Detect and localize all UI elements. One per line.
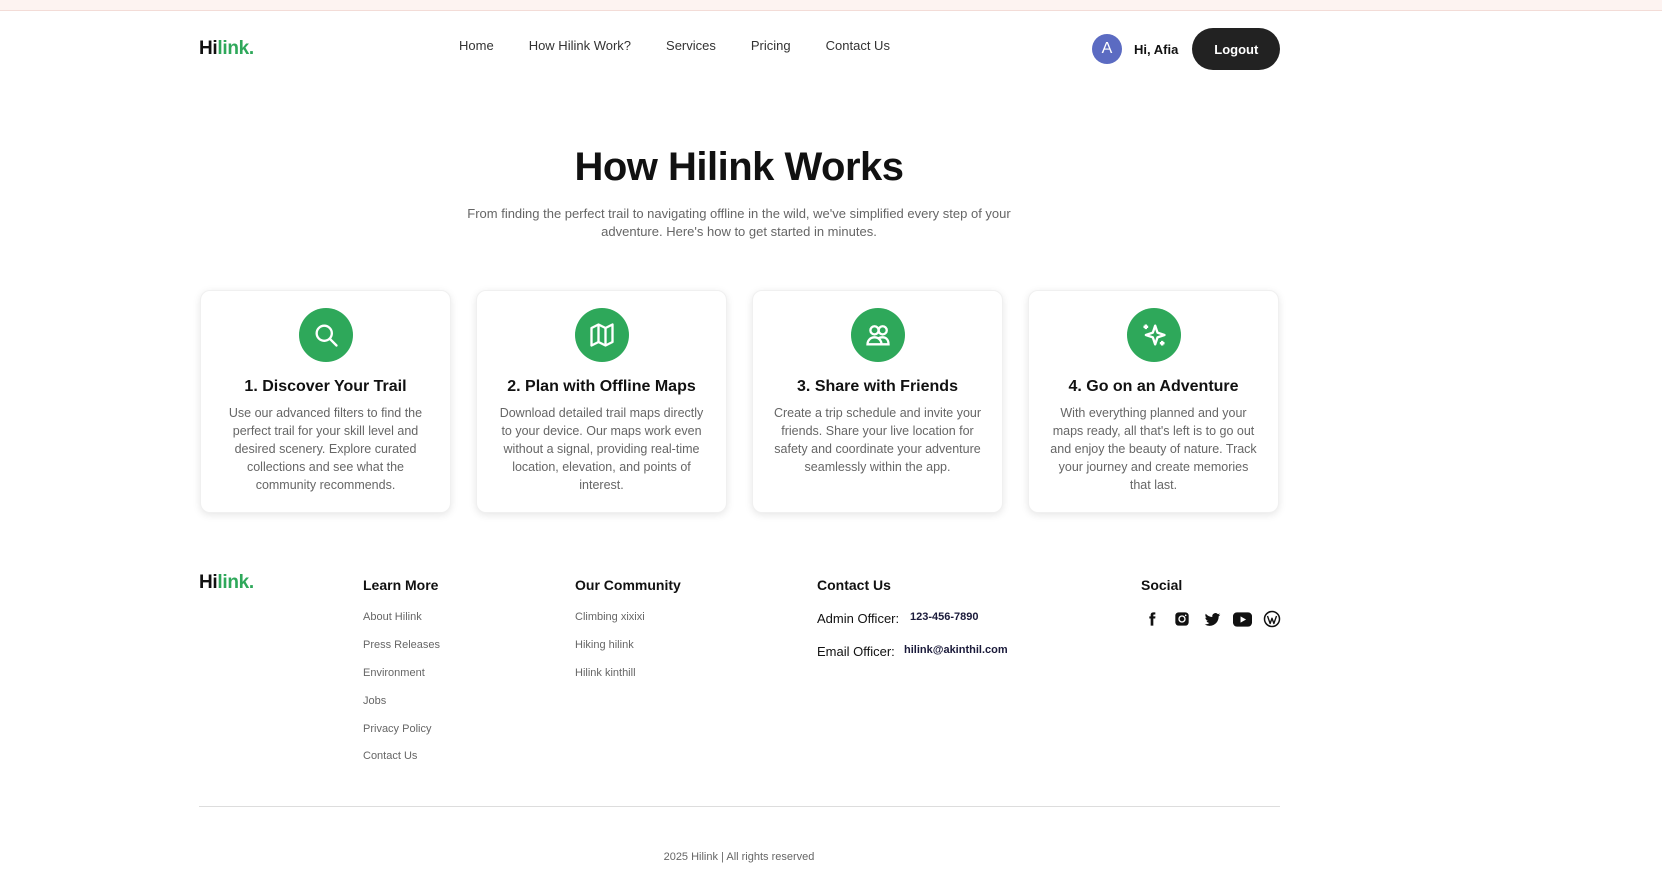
nav-contact[interactable]: Contact Us [826, 38, 890, 53]
sparkles-icon [1126, 308, 1181, 362]
footer-link-press[interactable]: Press Releases [363, 639, 440, 651]
user-greeting: Hi, Afia [1134, 41, 1179, 57]
step-text: Download detailed trail maps directly to… [499, 406, 704, 492]
header-logo[interactable]: Hilink. [199, 38, 254, 60]
wordpress-icon[interactable] [1262, 609, 1282, 629]
footer-divider [199, 806, 1280, 807]
community-link-climbing[interactable]: Climbing xixixi [575, 611, 645, 623]
search-icon [298, 308, 353, 362]
step-card-discover: 1. Discover Your Trail Use our advanced … [200, 290, 451, 513]
map-icon [574, 308, 629, 362]
nav-home[interactable]: Home [459, 38, 494, 53]
nav-how-it-works[interactable]: How Hilink Work? [529, 38, 631, 53]
facebook-icon[interactable] [1142, 609, 1162, 629]
community-link-kinthill[interactable]: Hilink kinthill [575, 667, 636, 679]
step-text: Create a trip schedule and invite your f… [773, 406, 982, 474]
step-card-share: 3. Share with Friends Create a trip sche… [752, 290, 1003, 513]
instagram-icon[interactable] [1172, 609, 1192, 629]
step-card-plan: 2. Plan with Offline Maps Download detai… [476, 290, 727, 513]
footer-link-environment[interactable]: Environment [363, 667, 425, 679]
youtube-icon[interactable] [1232, 609, 1252, 629]
contact-title: Contact Us [817, 577, 891, 593]
step-text: With everything planned and your maps re… [1050, 406, 1257, 492]
community-link-hiking[interactable]: Hiking hilink [575, 639, 634, 651]
logo-link: link. [217, 572, 254, 593]
step-text: Use our advanced filters to find the per… [228, 406, 423, 492]
admin-label: Admin Officer: [817, 611, 900, 626]
footer-link-about[interactable]: About Hilink [363, 611, 422, 623]
step-title: 2. Plan with Offline Maps [507, 378, 696, 395]
social-title: Social [1141, 577, 1183, 593]
logo-hi: Hi [199, 38, 218, 59]
footer-logo[interactable]: Hilink. [199, 572, 254, 594]
copyright-text: 2025 Hilink | All rights reserved [663, 851, 815, 863]
user-area: A Hi, Afia Logout [1092, 28, 1281, 70]
footer-link-contact[interactable]: Contact Us [363, 750, 417, 762]
step-title: 3. Share with Friends [797, 378, 958, 395]
step-title: 4. Go on an Adventure [1068, 378, 1239, 395]
top-strip [0, 0, 1662, 11]
logo-link: link. [217, 38, 254, 59]
step-title: 1. Discover Your Trail [244, 378, 407, 395]
email-label: Email Officer: [817, 644, 895, 659]
nav-services[interactable]: Services [666, 38, 716, 53]
logo-hi: Hi [199, 572, 218, 593]
community-title: Our Community [575, 577, 681, 593]
page-title: How Hilink Works [574, 145, 904, 189]
avatar[interactable]: A [1092, 34, 1122, 64]
learn-more-title: Learn More [363, 577, 439, 593]
page-subtitle: From finding the perfect trail to naviga… [467, 206, 1011, 239]
twitter-icon[interactable] [1202, 609, 1222, 629]
users-icon [850, 308, 905, 362]
admin-phone[interactable]: 123-456-7890 [910, 611, 979, 623]
footer-link-jobs[interactable]: Jobs [363, 695, 386, 707]
nav-pricing[interactable]: Pricing [751, 38, 791, 53]
main-nav: Home How Hilink Work? Services Pricing C… [459, 38, 925, 53]
step-card-adventure: 4. Go on an Adventure With everything pl… [1028, 290, 1279, 513]
logout-button[interactable]: Logout [1192, 28, 1281, 70]
footer-link-privacy[interactable]: Privacy Policy [363, 723, 431, 735]
social-icons [1142, 609, 1282, 629]
email-value[interactable]: hilink@akinthil.com [904, 644, 1008, 656]
